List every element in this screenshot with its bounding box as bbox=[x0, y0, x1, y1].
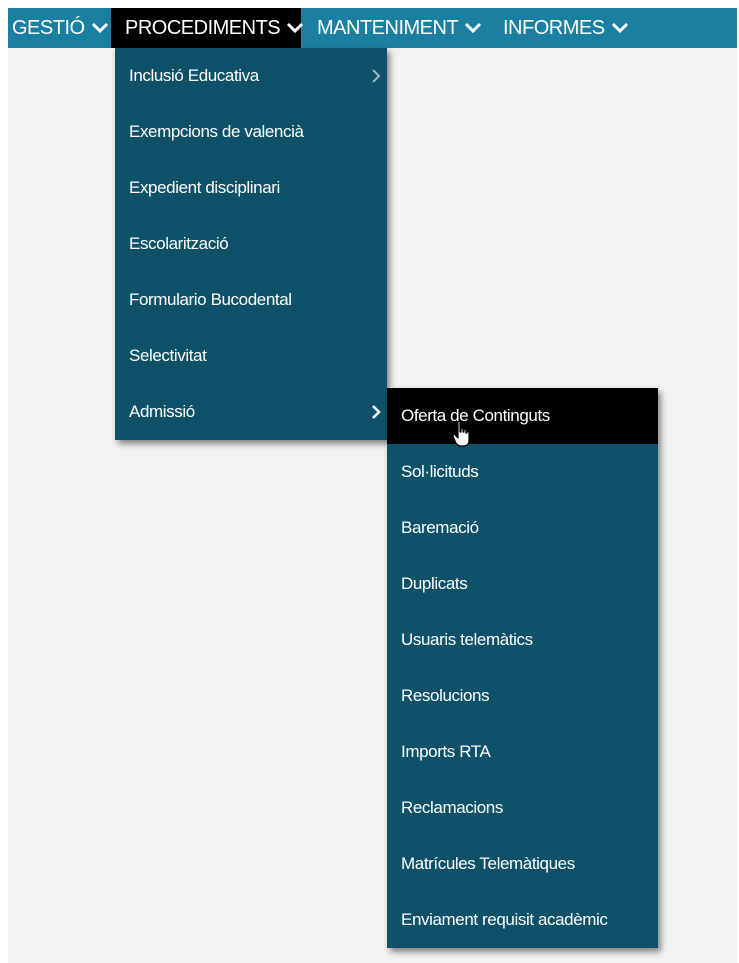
menu-item-label: Enviament requisit acadèmic bbox=[401, 910, 608, 929]
menu-item-label: Imports RTA bbox=[401, 742, 491, 761]
submenu-item-usuaris-telematics[interactable]: Usuaris telemàtics bbox=[387, 612, 658, 668]
menu-item-label: Baremació bbox=[401, 518, 479, 537]
menu-item-label: Inclusió Educativa bbox=[129, 66, 259, 85]
nav-gestio[interactable]: GESTIÓ bbox=[8, 8, 111, 48]
nav-manteniment[interactable]: MANTENIMENT bbox=[301, 8, 493, 48]
menu-item-exempcions-valencia[interactable]: Exempcions de valencià bbox=[115, 104, 387, 160]
menu-item-label: Selectivitat bbox=[129, 346, 207, 365]
menu-item-label: Duplicats bbox=[401, 574, 468, 593]
menu-item-admissio[interactable]: Admissió bbox=[115, 384, 387, 440]
nav-informes[interactable]: INFORMES bbox=[493, 8, 643, 48]
procediments-menu: Inclusió Educativa Exempcions de valenci… bbox=[115, 48, 387, 440]
chevron-down-icon bbox=[91, 22, 109, 34]
submenu-item-sol-licituds[interactable]: Sol·licituds bbox=[387, 444, 658, 500]
submenu-item-resolucions[interactable]: Resolucions bbox=[387, 668, 658, 724]
submenu-item-enviament-requisit[interactable]: Enviament requisit acadèmic bbox=[387, 892, 658, 948]
nav-informes-label: INFORMES bbox=[503, 16, 605, 39]
submenu-item-reclamacions[interactable]: Reclamacions bbox=[387, 780, 658, 836]
chevron-down-icon bbox=[464, 22, 482, 34]
menu-item-label: Exempcions de valencià bbox=[129, 122, 304, 141]
menu-item-label: Formulario Bucodental bbox=[129, 290, 292, 309]
submenu-item-matricules-telematiques[interactable]: Matrícules Telemàtiques bbox=[387, 836, 658, 892]
chevron-right-icon bbox=[371, 404, 381, 420]
menu-item-escolaritzacio[interactable]: Escolarització bbox=[115, 216, 387, 272]
nav-manteniment-label: MANTENIMENT bbox=[317, 16, 459, 39]
menu-item-expedient-disciplinari[interactable]: Expedient disciplinari bbox=[115, 160, 387, 216]
menu-item-label: Escolarització bbox=[129, 234, 229, 253]
menu-item-label: Oferta de Continguts bbox=[401, 406, 550, 425]
menu-item-label: Admissió bbox=[129, 402, 195, 421]
menu-item-formulario-bucodental[interactable]: Formulario Bucodental bbox=[115, 272, 387, 328]
menu-item-label: Expedient disciplinari bbox=[129, 178, 280, 197]
nav-procediments[interactable]: PROCEDIMENTS bbox=[111, 8, 304, 48]
submenu-item-imports-rta[interactable]: Imports RTA bbox=[387, 724, 658, 780]
submenu-item-baremacio[interactable]: Baremació bbox=[387, 500, 658, 556]
menu-item-label: Reclamacions bbox=[401, 798, 503, 817]
nav-gestio-label: GESTIÓ bbox=[12, 16, 85, 39]
chevron-down-icon bbox=[611, 22, 629, 34]
nav-procediments-label: PROCEDIMENTS bbox=[125, 16, 281, 39]
admissio-submenu: Oferta de Continguts Sol·licituds Barema… bbox=[387, 388, 658, 948]
menu-item-label: Resolucions bbox=[401, 686, 490, 705]
submenu-item-oferta-continguts[interactable]: Oferta de Continguts bbox=[387, 388, 658, 444]
menu-item-label: Usuaris telemàtics bbox=[401, 630, 533, 649]
menu-item-inclusio-educativa[interactable]: Inclusió Educativa bbox=[115, 48, 387, 104]
menu-item-label: Sol·licituds bbox=[401, 462, 479, 481]
submenu-item-duplicats[interactable]: Duplicats bbox=[387, 556, 658, 612]
menu-item-selectivitat[interactable]: Selectivitat bbox=[115, 328, 387, 384]
chevron-right-icon bbox=[371, 68, 381, 84]
top-nav-bar: GESTIÓ PROCEDIMENTS MANTENIMENT INFORMES bbox=[8, 8, 737, 48]
menu-item-label: Matrícules Telemàtiques bbox=[401, 854, 575, 873]
